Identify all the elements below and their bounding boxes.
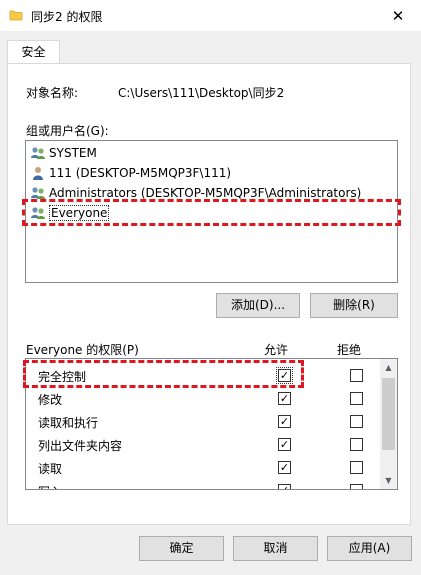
close-button[interactable]: ✕ (375, 0, 421, 31)
allow-checkbox[interactable]: ✓ (278, 415, 291, 428)
list-item[interactable]: SYSTEM (30, 143, 97, 163)
allow-checkbox[interactable]: ✓ (276, 367, 293, 384)
permission-name: 修改 (38, 393, 63, 407)
deny-checkbox[interactable] (350, 392, 363, 405)
permission-row: 完全控制 ✓ (26, 365, 382, 388)
permission-name: 写入 (38, 483, 62, 489)
allow-checkbox[interactable]: ✓ (278, 484, 291, 489)
permission-row: 写入 ✓ (26, 480, 382, 489)
title-bar: 同步2 的权限 ✕ (0, 0, 421, 31)
permission-name: 列出文件夹内容 (38, 439, 123, 453)
group-list-label: 组或用户名(G): (26, 124, 109, 138)
permission-row: 读取和执行 ✓ (26, 411, 382, 434)
apply-button[interactable]: 应用(A) (327, 536, 412, 561)
deny-checkbox[interactable] (350, 438, 363, 451)
user-icon (33, 167, 43, 180)
users-group-icon (31, 187, 45, 199)
deny-checkbox[interactable] (350, 461, 363, 474)
scroll-thumb[interactable] (382, 378, 395, 450)
list-item[interactable]: 111 (DESKTOP-M5MQP3F\111) (30, 163, 231, 183)
permission-row: 修改 ✓ (26, 388, 382, 411)
vertical-scrollbar[interactable]: ▲ ▼ (380, 359, 397, 489)
users-group-icon (31, 147, 45, 159)
list-item[interactable]: Administrators (DESKTOP-M5MQP3F\Administ… (30, 183, 361, 203)
ok-button[interactable]: 确定 (139, 536, 224, 561)
deny-column-header: 拒绝 (337, 343, 362, 357)
permission-name: 读取 (38, 462, 63, 476)
scroll-down-arrow-icon[interactable]: ▼ (380, 472, 397, 489)
window-title: 同步2 的权限 (31, 10, 103, 24)
add-button[interactable]: 添加(D)... (216, 293, 300, 318)
permission-row: 读取 ✓ (26, 457, 382, 480)
scroll-up-arrow-icon[interactable]: ▲ (380, 359, 397, 376)
allow-column-header: 允许 (264, 343, 289, 357)
object-name-label: 对象名称: (26, 86, 79, 100)
permissions-list[interactable]: 完全控制 ✓ 修改 ✓ 读取和执行 ✓ 列出文件夹内容 ✓ 读取 ✓ 写入 ✓ (25, 358, 398, 490)
permission-name: 读取和执行 (38, 416, 99, 430)
user-label: Everyone (49, 205, 110, 221)
deny-checkbox[interactable] (350, 415, 363, 428)
remove-button[interactable]: 删除(R) (310, 293, 398, 318)
allow-checkbox[interactable]: ✓ (278, 461, 291, 474)
object-name-value: C:\Users\111\Desktop\同步2 (118, 86, 285, 100)
users-group-icon (31, 207, 45, 219)
security-panel: 对象名称: C:\Users\111\Desktop\同步2 组或用户名(G):… (7, 63, 411, 525)
allow-checkbox[interactable]: ✓ (278, 438, 291, 451)
group-user-list[interactable]: SYSTEM 111 (DESKTOP-M5MQP3F\111) Adminis… (25, 140, 398, 283)
permission-row: 列出文件夹内容 ✓ (26, 434, 382, 457)
user-label: SYSTEM (49, 146, 97, 160)
user-label: 111 (DESKTOP-M5MQP3F\111) (49, 166, 232, 180)
tab-security[interactable]: 安全 (7, 40, 60, 65)
allow-checkbox[interactable]: ✓ (278, 392, 291, 405)
user-label: Administrators (DESKTOP-M5MQP3F\Administ… (49, 186, 362, 200)
deny-checkbox[interactable] (350, 369, 363, 382)
cancel-button[interactable]: 取消 (233, 536, 318, 561)
list-item-selected[interactable]: Everyone (30, 203, 110, 223)
deny-checkbox[interactable] (350, 484, 363, 489)
folder-icon (9, 10, 23, 21)
close-icon: ✕ (391, 6, 405, 25)
tab-strip: 安全 (0, 31, 421, 65)
permission-name: 完全控制 (38, 370, 87, 384)
permissions-label: Everyone 的权限(P) (26, 343, 139, 357)
